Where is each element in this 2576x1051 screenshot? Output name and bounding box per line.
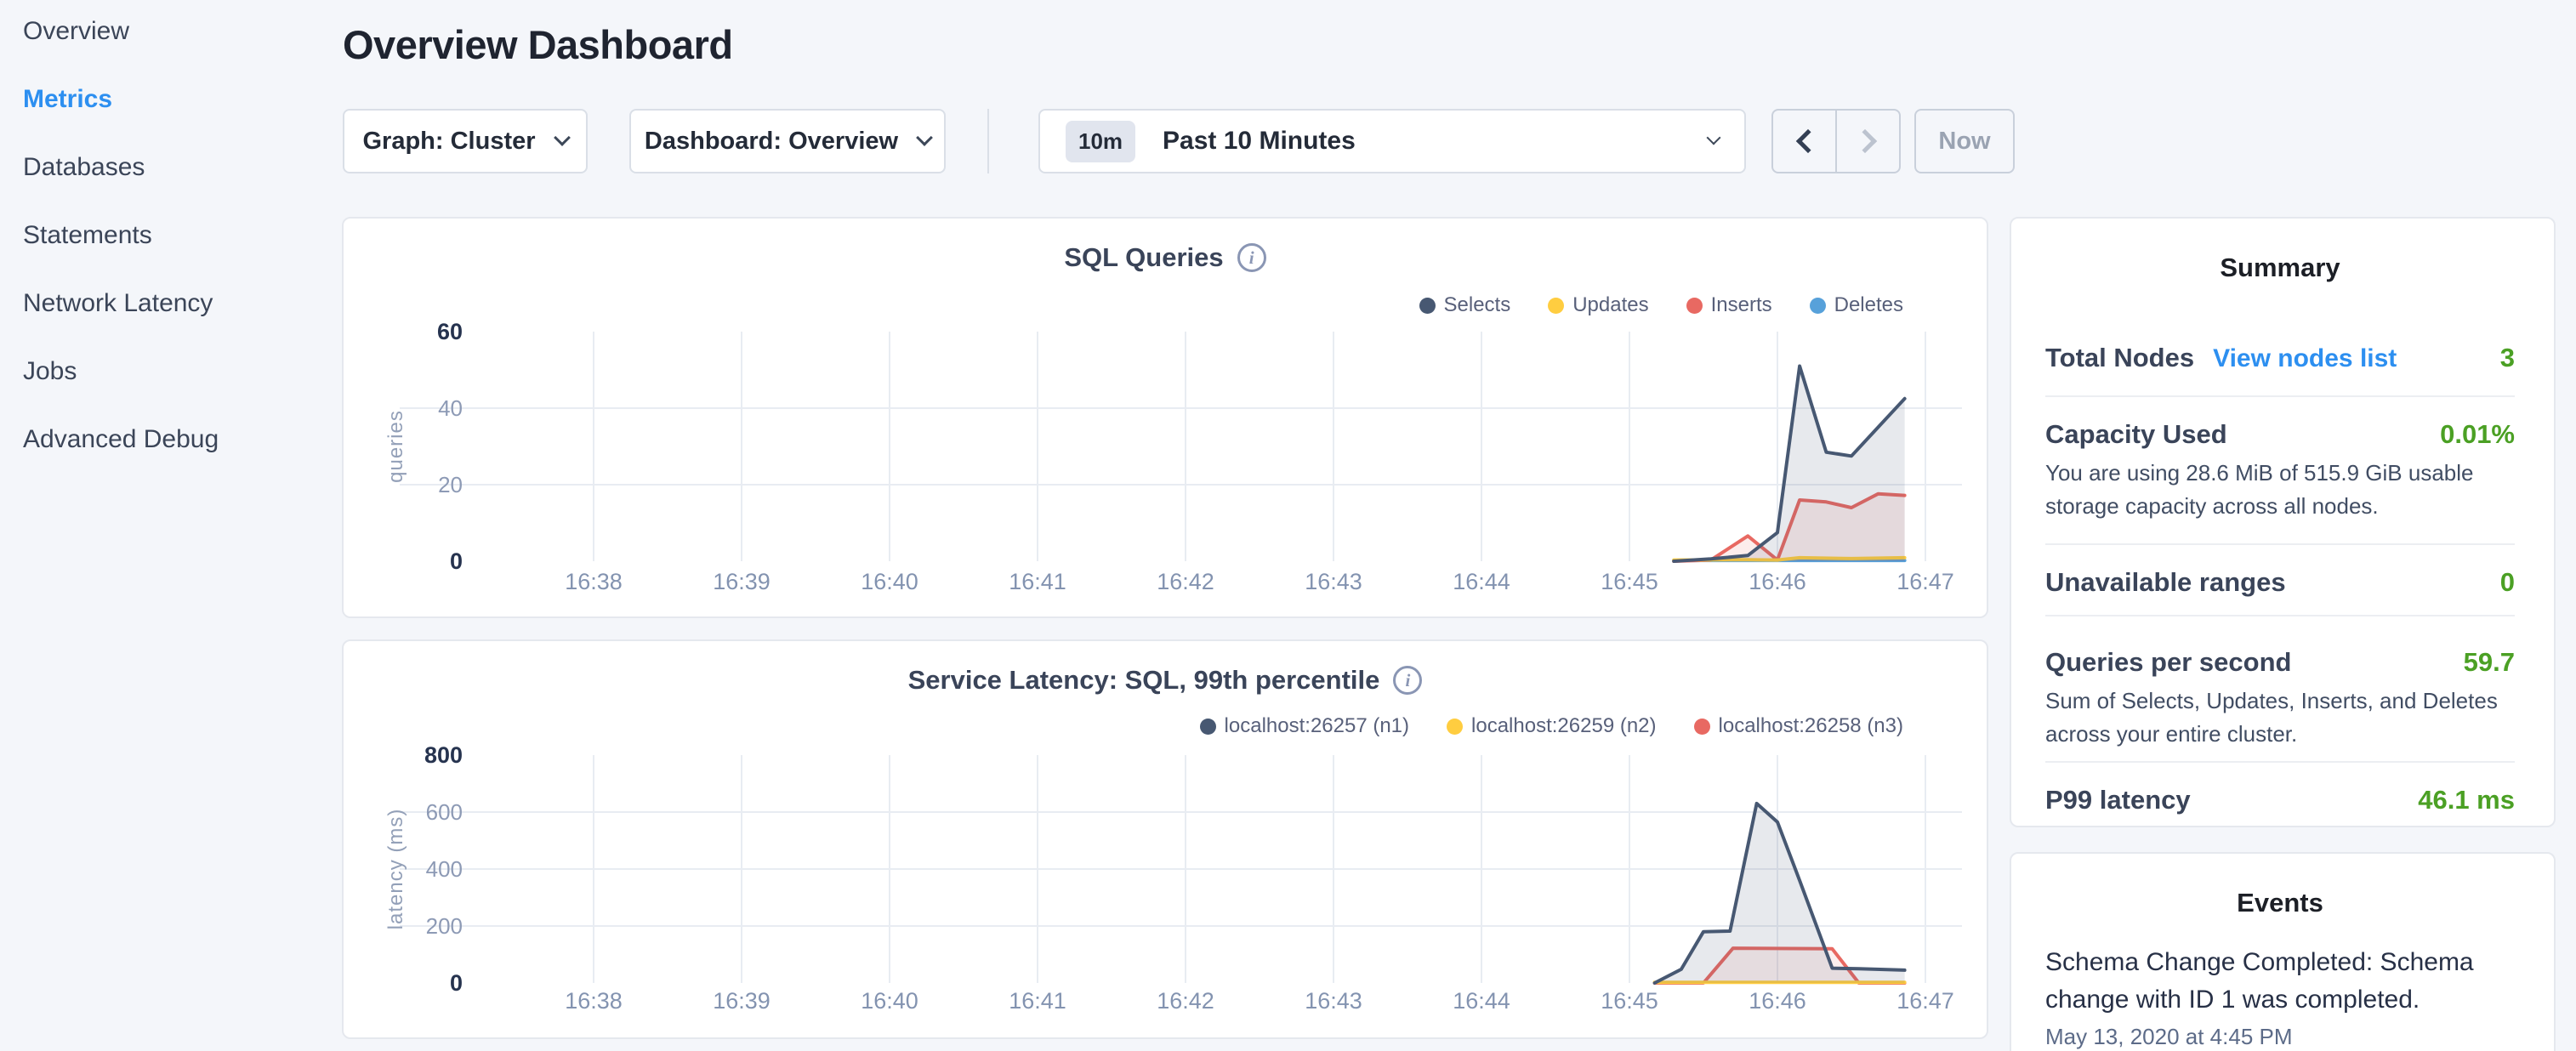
- chevron-left-icon: [1795, 129, 1819, 153]
- x-tick-label: 16:45: [1570, 569, 1689, 594]
- summary-row-unavailable-ranges: Unavailable ranges 0: [2045, 567, 2515, 598]
- divider: [2045, 761, 2515, 763]
- event-text: Schema Change Completed: Schema change w…: [2045, 944, 2475, 1019]
- summary-row-label: P99 latency: [2045, 785, 2191, 815]
- y-tick-label: 60: [344, 318, 463, 345]
- time-range-label: Past 10 Minutes: [1163, 127, 1356, 156]
- sidebar-item-metrics[interactable]: Metrics: [23, 65, 329, 134]
- event-item[interactable]: Schema Change Completed: Schema change w…: [2045, 944, 2515, 1050]
- summary-title: Summary: [2045, 253, 2515, 283]
- summary-row-value: 3: [2500, 343, 2515, 373]
- sidebar-item-statements[interactable]: Statements: [23, 202, 329, 270]
- events-title: Events: [2045, 888, 2515, 918]
- x-tick-label: 16:41: [978, 988, 1097, 1014]
- view-nodes-list-link[interactable]: View nodes list: [2213, 344, 2397, 373]
- summary-row-value: 0.01%: [2440, 419, 2515, 450]
- dashboard-dropdown-label: Dashboard: Overview: [645, 128, 898, 156]
- divider: [2045, 543, 2515, 545]
- dashboard-dropdown[interactable]: Dashboard: Overview: [629, 109, 946, 173]
- x-tick-label: 16:42: [1126, 569, 1245, 594]
- sidebar: Overview Metrics Databases Statements Ne…: [23, 0, 329, 474]
- x-tick-label: 16:43: [1274, 988, 1393, 1014]
- summary-row-total-nodes: Total Nodes View nodes list 3: [2045, 343, 2515, 373]
- y-tick-label: 0: [344, 548, 463, 575]
- x-tick-label: 16:38: [534, 569, 653, 594]
- service-latency-plot[interactable]: [344, 641, 1987, 1037]
- page-title: Overview Dashboard: [343, 22, 733, 68]
- x-tick-label: 16:47: [1866, 569, 1985, 594]
- sql-queries-chart-card: SQL Queries i SelectsUpdatesInsertsDelet…: [342, 217, 1988, 618]
- time-range-badge: 10m: [1066, 121, 1135, 162]
- service-latency-chart-card: Service Latency: SQL, 99th percentile i …: [342, 639, 1988, 1039]
- events-panel: Events Schema Change Completed: Schema c…: [2010, 852, 2556, 1051]
- chevron-right-icon: [1852, 129, 1876, 153]
- chevron-down-icon: [916, 129, 933, 146]
- x-tick-label: 16:44: [1422, 988, 1541, 1014]
- summary-row-queries-per-second: Queries per second 59.7: [2045, 647, 2515, 678]
- y-tick-label: 0: [344, 969, 463, 997]
- time-range-dropdown[interactable]: 10m Past 10 Minutes: [1038, 109, 1746, 173]
- chevron-down-icon: [1707, 131, 1721, 145]
- x-tick-label: 16:40: [830, 569, 949, 594]
- summary-row-p99-latency: P99 latency 46.1 ms: [2045, 785, 2515, 815]
- graph-dropdown-label: Graph: Cluster: [362, 128, 535, 156]
- next-time-button[interactable]: [1837, 111, 1899, 172]
- sidebar-item-network-latency[interactable]: Network Latency: [23, 270, 329, 338]
- summary-row-value: 46.1 ms: [2418, 785, 2515, 815]
- x-tick-label: 16:39: [682, 569, 801, 594]
- divider: [2045, 395, 2515, 397]
- sidebar-item-databases[interactable]: Databases: [23, 134, 329, 202]
- x-tick-label: 16:40: [830, 988, 949, 1014]
- summary-row-value: 59.7: [2464, 647, 2515, 678]
- divider: [2045, 615, 2515, 616]
- summary-row-label: Queries per second: [2045, 647, 2291, 678]
- x-tick-label: 16:46: [1718, 569, 1837, 594]
- summary-row-value: 0: [2500, 567, 2515, 598]
- sql-queries-plot[interactable]: [344, 219, 1987, 616]
- x-tick-label: 16:41: [978, 569, 1097, 594]
- summary-row-subtext: Sum of Selects, Updates, Inserts, and De…: [2045, 685, 2515, 751]
- event-timestamp: May 13, 2020 at 4:45 PM: [2045, 1024, 2515, 1050]
- summary-row-label: Total Nodes: [2045, 343, 2194, 373]
- graph-dropdown[interactable]: Graph: Cluster: [343, 109, 588, 173]
- x-tick-label: 16:42: [1126, 988, 1245, 1014]
- x-tick-label: 16:44: [1422, 569, 1541, 594]
- x-tick-label: 16:47: [1866, 988, 1985, 1014]
- y-axis-label: latency (ms): [384, 809, 408, 930]
- toolbar-divider: [987, 109, 989, 173]
- prev-time-button[interactable]: [1773, 111, 1837, 172]
- summary-row-subtext: You are using 28.6 MiB of 515.9 GiB usab…: [2045, 457, 2515, 523]
- x-tick-label: 16:39: [682, 988, 801, 1014]
- x-tick-label: 16:45: [1570, 988, 1689, 1014]
- summary-row-label: Capacity Used: [2045, 419, 2227, 450]
- x-tick-label: 16:43: [1274, 569, 1393, 594]
- x-tick-label: 16:38: [534, 988, 653, 1014]
- x-tick-label: 16:46: [1718, 988, 1837, 1014]
- summary-panel: Summary Total Nodes View nodes list 3 Ca…: [2010, 217, 2556, 827]
- y-axis-label: queries: [384, 410, 408, 483]
- sidebar-item-advanced-debug[interactable]: Advanced Debug: [23, 406, 329, 474]
- sidebar-item-jobs[interactable]: Jobs: [23, 338, 329, 406]
- series-area: [1674, 366, 1904, 562]
- chevron-down-icon: [554, 129, 571, 146]
- app-root: Overview Metrics Databases Statements Ne…: [0, 0, 2576, 1051]
- summary-row-capacity-used: Capacity Used 0.01%: [2045, 419, 2515, 450]
- summary-row-label: Unavailable ranges: [2045, 567, 2286, 598]
- y-tick-label: 800: [344, 741, 463, 769]
- time-step-buttons: [1771, 109, 1901, 173]
- sidebar-item-overview[interactable]: Overview: [23, 0, 329, 65]
- now-button[interactable]: Now: [1914, 109, 2015, 173]
